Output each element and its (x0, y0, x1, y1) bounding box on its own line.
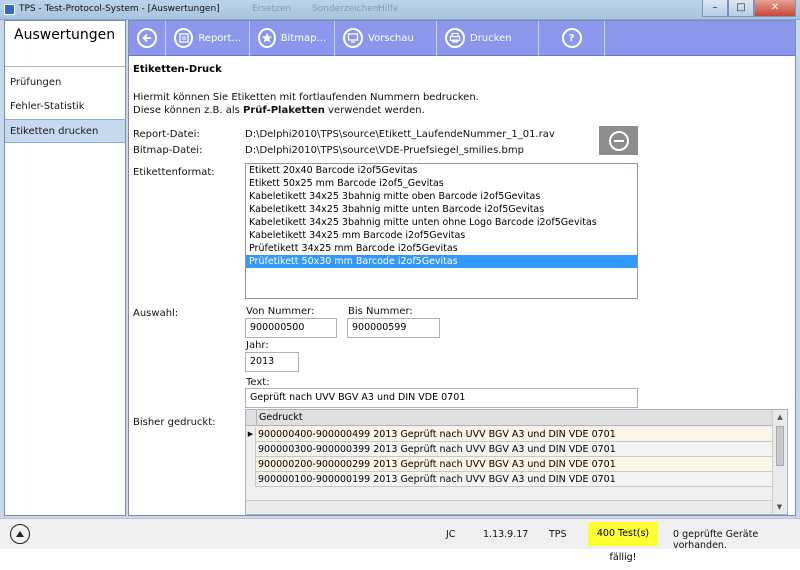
status-warning: 400 Test(s) fällig! (588, 522, 658, 563)
ghost-tab: Hilfe (378, 4, 399, 14)
report-file-label: Report-Datei: (133, 129, 200, 140)
intro-text: Diese können z.B. als (133, 105, 244, 116)
scroll-up-icon[interactable]: ▲ (773, 410, 787, 424)
table-cell: 900000300-900000399 2013 Geprüft nach UV… (258, 444, 616, 455)
list-item[interactable]: Kabeletikett 34x25 mm Barcode i2of5Gevit… (246, 229, 637, 242)
maximize-button[interactable]: □ (728, 0, 754, 17)
label-format-label: Etikettenformat: (133, 167, 215, 178)
row-header (246, 472, 256, 487)
year-input[interactable]: 2013 (245, 352, 299, 372)
preview-button[interactable]: Vorschau (335, 20, 437, 56)
list-item[interactable]: Etikett 50x25 mm Barcode i2of5_Gevitas (246, 177, 637, 190)
report-icon (174, 28, 194, 48)
status-app: TPS (549, 529, 567, 540)
report-button[interactable]: Report... (166, 20, 250, 56)
selection-label: Auswahl: (133, 308, 179, 319)
text-label: Text: (246, 377, 270, 388)
bitmap-file-label: Bitmap-Datei: (133, 145, 203, 156)
monitor-icon (343, 28, 363, 48)
printed-grid[interactable]: Gedruckt ▶ 900000400-900000499 2013 Gepr… (245, 409, 788, 515)
table-row[interactable]: 900000300-900000399 2013 Geprüft nach UV… (246, 442, 772, 457)
intro-line-1: Hiermit können Sie Etiketten mit fortlau… (133, 92, 479, 103)
minimize-button[interactable]: – (702, 0, 728, 17)
print-button-label: Drucken (470, 32, 512, 44)
row-header (246, 442, 256, 457)
ghost-tab: Sonderzeichen (312, 4, 379, 14)
table-row[interactable]: 900000200-900000299 2013 Geprüft nach UV… (246, 457, 772, 472)
printed-label: Bisher gedruckt: (133, 417, 216, 428)
collapse-up-button[interactable] (10, 524, 30, 544)
app-icon (4, 4, 15, 15)
label-format-list[interactable]: Etikett 20x40 Barcode i2of5Gevitas Etike… (245, 163, 638, 299)
from-number-label: Von Nummer: (246, 306, 315, 317)
column-header-gedruckt[interactable]: Gedruckt (256, 410, 772, 426)
from-number-input[interactable]: 900000500 (245, 318, 337, 338)
status-version: 1.13.9.17 (483, 529, 529, 540)
to-number-input[interactable]: 900000599 (347, 318, 440, 338)
ghost-tab: Ersetzen (252, 4, 292, 14)
sidebar-title: Auswertungen (5, 21, 125, 67)
to-number-label: Bis Nummer: (348, 306, 413, 317)
list-item[interactable]: Kabeletikett 34x25 3bahnig mitte oben Ba… (246, 190, 637, 203)
sidebar-item-etiketten-drucken[interactable]: Etiketten drucken (5, 119, 125, 143)
sidebar-item-pruefungen[interactable]: Prüfungen (5, 71, 125, 95)
status-user: JC (446, 529, 456, 540)
printer-icon (445, 28, 465, 48)
table-cell: 900000100-900000199 2013 Geprüft nach UV… (258, 474, 616, 485)
report-file-value: D:\Delphi2010\TPS\source\Etikett_Laufend… (245, 129, 555, 140)
list-item-selected[interactable]: Prüfetikett 50x30 mm Barcode i2of5Gevita… (246, 255, 637, 268)
horizontal-scrollbar[interactable] (246, 500, 772, 514)
scroll-down-icon[interactable]: ▼ (773, 500, 786, 514)
minus-icon (608, 130, 629, 151)
intro-text: verwendet werden. (324, 105, 425, 116)
print-button[interactable]: Drucken (437, 20, 539, 56)
list-item[interactable]: Kabeletikett 34x25 3bahnig mitte unten B… (246, 203, 637, 216)
table-row[interactable]: ▶ 900000400-900000499 2013 Geprüft nach … (246, 427, 772, 442)
status-info: 0 geprüfte Geräte vorhanden. (673, 529, 759, 551)
sidebar: Auswertungen Prüfungen Fehler-Statistik … (4, 20, 126, 516)
table-cell: 900000200-900000299 2013 Geprüft nach UV… (258, 459, 616, 470)
preview-button-label: Vorschau (368, 32, 414, 44)
remove-button[interactable] (599, 126, 638, 155)
star-icon (258, 28, 276, 48)
help-button[interactable]: ? (539, 20, 605, 56)
current-row-marker: ▶ (246, 427, 256, 442)
intro-line-2: Diese können z.B. als Prüf-Plaketten ver… (133, 105, 425, 116)
list-item[interactable]: Kabeletikett 34x25 3bahnig mitte unten o… (246, 216, 637, 229)
main-panel: Report... Bitmap... Vorschau Drucken ? E… (128, 20, 796, 516)
sidebar-item-fehler-statistik[interactable]: Fehler-Statistik (5, 95, 125, 119)
list-item[interactable]: Etikett 20x40 Barcode i2of5Gevitas (246, 164, 637, 177)
vertical-scrollbar[interactable]: ▲ ▼ (772, 410, 787, 514)
bitmap-button[interactable]: Bitmap... (250, 20, 335, 56)
table-cell: 900000400-900000499 2013 Geprüft nach UV… (258, 429, 616, 440)
section-title: Etiketten-Druck (133, 64, 222, 75)
arrow-left-icon (137, 28, 157, 48)
toolbar: Report... Bitmap... Vorschau Drucken ? (129, 20, 795, 56)
app-frame: Auswertungen Prüfungen Fehler-Statistik … (0, 20, 800, 563)
chevron-up-icon (16, 531, 24, 537)
title-bar: TPS - Test-Protocol-System - [Auswertung… (0, 0, 800, 20)
bitmap-file-value: D:\Delphi2010\TPS\source\VDE-Pruefsiegel… (245, 145, 524, 156)
row-header (246, 457, 256, 472)
grid-header: Gedruckt (246, 410, 772, 426)
bitmap-button-label: Bitmap... (280, 32, 326, 44)
text-input[interactable]: Geprüft nach UVV BGV A3 und DIN VDE 0701 (245, 388, 638, 408)
etiketten-content: Etiketten-Druck Hiermit können Sie Etike… (129, 57, 795, 515)
report-button-label: Report... (198, 32, 241, 44)
table-row[interactable]: 900000100-900000199 2013 Geprüft nach UV… (246, 472, 772, 487)
status-bar: JC 1.13.9.17 TPS 400 Test(s) fällig! 0 g… (0, 518, 800, 563)
back-button[interactable] (129, 20, 166, 56)
list-item[interactable]: Prüfetikett 34x25 mm Barcode i2of5Gevita… (246, 242, 637, 255)
help-icon: ? (561, 28, 582, 48)
year-label: Jahr: (246, 340, 269, 351)
close-button[interactable]: ✕ (754, 0, 796, 17)
scroll-thumb[interactable] (776, 426, 784, 466)
intro-bold: Prüf-Plaketten (243, 105, 325, 116)
window-title: TPS - Test-Protocol-System - [Auswertung… (19, 4, 220, 14)
